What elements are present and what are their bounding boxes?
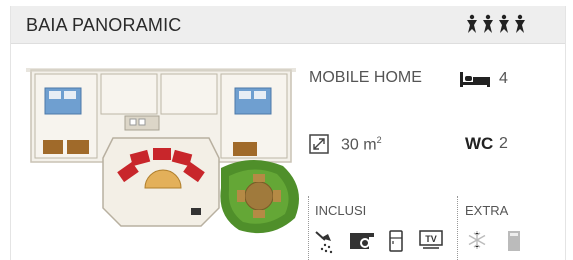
extra-label: EXTRA [465, 203, 509, 218]
air-conditioning-icon [468, 231, 486, 249]
resize-icon [309, 134, 329, 154]
area-number: 30 m [341, 136, 377, 154]
dishwasher-icon [508, 231, 520, 251]
star-rating [465, 14, 527, 34]
area-value: 30 m2 [341, 135, 382, 154]
wc-label: WC [465, 134, 494, 153]
extra-divider [457, 196, 458, 260]
accommodation-card: BAIA PANORAMIC MOBILE HOME 4 30 m2 WC 2 … [10, 6, 566, 260]
area-unit-superscript: 2 [376, 135, 382, 145]
star-icon [499, 14, 509, 33]
star-icon [515, 14, 525, 33]
accommodation-title: BAIA PANORAMIC [26, 15, 182, 35]
bed-icon [460, 72, 490, 87]
coffee-machine-icon [350, 233, 374, 249]
accommodation-type: MOBILE HOME [309, 69, 422, 86]
floorplan-image [26, 68, 299, 234]
included-divider [308, 196, 309, 260]
beds-count: 4 [499, 70, 508, 87]
tv-icon: TV [419, 230, 443, 249]
included-label: INCLUSI [315, 203, 367, 218]
svg-text:TV: TV [425, 234, 437, 244]
star-icon [483, 14, 493, 33]
star-icon [467, 14, 477, 33]
shower-icon [315, 231, 333, 254]
wc-count: 2 [499, 135, 508, 152]
card-header: BAIA PANORAMIC [11, 6, 565, 44]
fridge-icon [389, 230, 403, 252]
